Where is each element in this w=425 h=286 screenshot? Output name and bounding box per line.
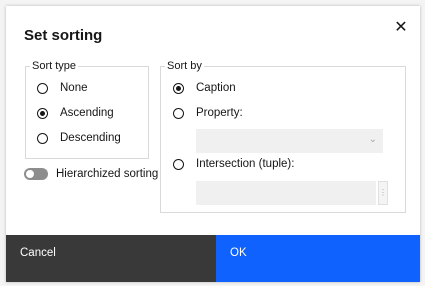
radio-ascending-circle[interactable] bbox=[37, 107, 48, 119]
ok-button[interactable]: OK bbox=[216, 235, 420, 282]
radio-property[interactable]: Property: bbox=[173, 107, 243, 119]
radio-intersection-circle[interactable] bbox=[173, 158, 184, 170]
sort-by-legend: Sort by bbox=[167, 60, 202, 72]
toggle-switch[interactable] bbox=[24, 168, 48, 180]
radio-descending-label: Descending bbox=[60, 132, 121, 144]
radio-none-circle[interactable] bbox=[37, 82, 48, 94]
radio-ascending-label: Ascending bbox=[60, 107, 114, 119]
radio-caption-label: Caption bbox=[196, 82, 236, 94]
radio-none[interactable]: None bbox=[37, 82, 88, 94]
radio-descending[interactable]: Descending bbox=[37, 132, 121, 144]
tuple-picker-button[interactable]: ⋮ bbox=[378, 181, 388, 205]
radio-descending-circle[interactable] bbox=[37, 132, 48, 144]
hierarchized-sorting-label: Hierarchized sorting bbox=[56, 168, 159, 180]
dialog-footer: Cancel OK bbox=[6, 235, 420, 282]
hierarchized-sorting-toggle[interactable]: Hierarchized sorting bbox=[24, 168, 158, 180]
chevron-down-icon: ⌄ bbox=[368, 134, 377, 145]
dialog-title: Set sorting bbox=[24, 27, 103, 44]
cancel-button[interactable]: Cancel bbox=[6, 235, 216, 282]
radio-property-circle[interactable] bbox=[173, 107, 184, 119]
radio-none-label: None bbox=[60, 82, 88, 94]
radio-intersection-label: Intersection (tuple): bbox=[196, 158, 295, 170]
intersection-tuple-input[interactable] bbox=[196, 181, 376, 205]
radio-property-label: Property: bbox=[196, 107, 243, 119]
close-icon[interactable]: ✕ bbox=[392, 19, 410, 37]
set-sorting-dialog: Set sorting ✕ Sort type None Ascending D… bbox=[6, 6, 420, 282]
radio-caption[interactable]: Caption bbox=[173, 82, 236, 94]
radio-ascending[interactable]: Ascending bbox=[37, 107, 114, 119]
sort-type-legend: Sort type bbox=[32, 60, 77, 72]
radio-intersection[interactable]: Intersection (tuple): bbox=[173, 158, 294, 170]
property-select[interactable]: ⌄ bbox=[196, 129, 383, 153]
radio-caption-circle[interactable] bbox=[173, 82, 184, 94]
